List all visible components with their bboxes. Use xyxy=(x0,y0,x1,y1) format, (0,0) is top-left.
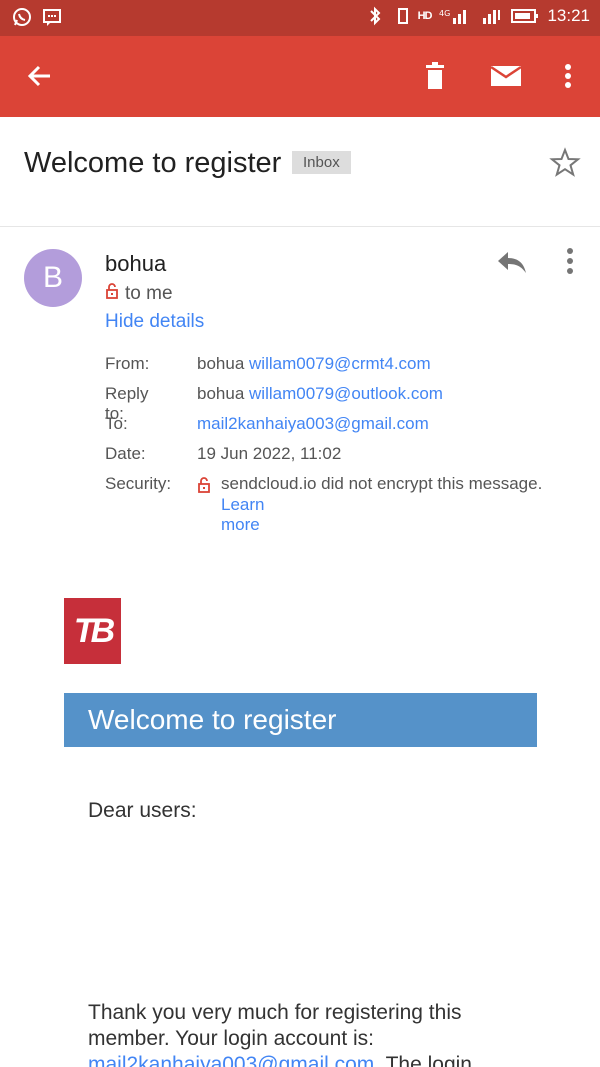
status-right: HD 4G 13:21 xyxy=(368,6,590,26)
account-email-link[interactable]: mail2kanhaiya003@gmail.com xyxy=(88,1053,374,1067)
security-unlocked-icon xyxy=(197,477,211,498)
from-email-link[interactable]: willam0079@crmt4.com xyxy=(249,354,431,373)
avatar[interactable]: B xyxy=(24,249,82,307)
unlocked-icon xyxy=(105,283,119,305)
status-left xyxy=(12,7,62,27)
message-icon xyxy=(42,7,62,27)
date-value: 19 Jun 2022, 11:02 xyxy=(197,444,342,463)
from-label: From: xyxy=(105,354,150,373)
delete-icon[interactable] xyxy=(419,60,451,92)
battery-icon xyxy=(511,6,539,26)
svg-text:4G: 4G xyxy=(439,9,450,18)
from-name: bohua xyxy=(197,354,245,373)
reply-to-value: bohua willam0079@outlook.com xyxy=(197,384,443,404)
subject-row: Welcome to register Inbox xyxy=(0,117,600,227)
to-label: To: xyxy=(105,414,128,433)
mark-unread-icon[interactable] xyxy=(490,60,522,92)
security-label: Security: xyxy=(105,474,172,493)
app-bar xyxy=(0,36,600,117)
email-subject: Welcome to register xyxy=(24,147,282,179)
reply-to-email-link[interactable]: willam0079@outlook.com xyxy=(249,384,443,403)
reply-to-name: bohua xyxy=(197,384,245,403)
date-label: Date: xyxy=(105,444,146,463)
status-time: 13:21 xyxy=(547,6,590,25)
status-bar: HD 4G 13:21 xyxy=(0,0,600,36)
more-vert-icon[interactable] xyxy=(552,60,584,92)
from-value: bohua willam0079@crmt4.com xyxy=(197,354,431,374)
to-me-label: to me xyxy=(125,283,173,304)
back-arrow-icon[interactable] xyxy=(24,60,56,92)
whatsapp-icon xyxy=(12,7,32,27)
bluetooth-icon xyxy=(368,6,388,26)
brand-logo: TB xyxy=(64,598,121,664)
body-paragraph: Thank you very much for registering this… xyxy=(88,1000,528,1067)
paragraph-start: Thank you very much for registering this… xyxy=(88,1001,462,1050)
hide-details-link[interactable]: Hide details xyxy=(105,311,204,333)
sender-name: bohua xyxy=(105,251,167,276)
signal-4g-icon: 4G xyxy=(439,6,473,26)
recipient-line[interactable]: to me xyxy=(105,283,173,305)
paragraph-end: . The login xyxy=(374,1053,472,1067)
learn-more-link[interactable]: Learn more xyxy=(221,495,264,535)
vibrate-icon xyxy=(396,6,410,26)
hd-icon: HD xyxy=(417,10,433,22)
welcome-banner: Welcome to register xyxy=(64,693,537,747)
signal-icon xyxy=(481,6,503,26)
inbox-label[interactable]: Inbox xyxy=(292,151,351,174)
to-email-link[interactable]: mail2kanhaiya003@gmail.com xyxy=(197,414,429,434)
message-more-icon[interactable] xyxy=(558,244,582,280)
greeting: Dear users: xyxy=(88,799,197,822)
star-icon[interactable] xyxy=(549,147,581,179)
security-text: sendcloud.io did not encrypt this messag… xyxy=(221,474,543,493)
reply-icon[interactable] xyxy=(494,246,530,278)
